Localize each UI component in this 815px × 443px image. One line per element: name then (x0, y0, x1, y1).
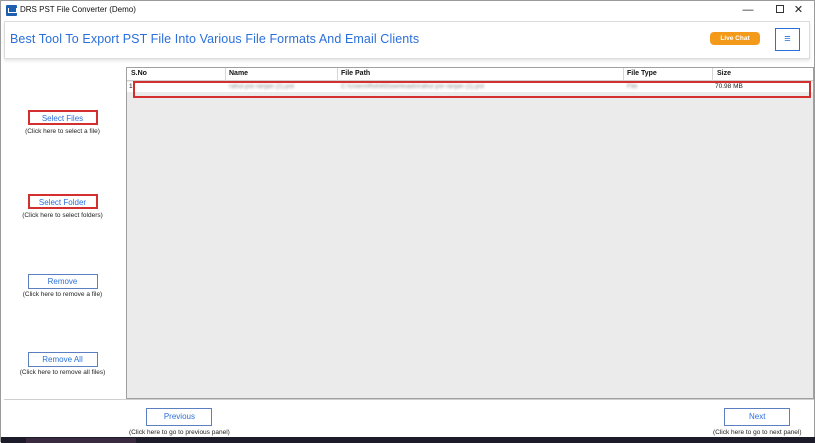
title-bar: DRS PST File Converter (Demo) — ✕ (1, 1, 814, 20)
select-folder-button[interactable]: Select Folder (27, 194, 98, 209)
next-button[interactable]: Next (724, 408, 791, 426)
footer-nav: Previous (Click here to go to previous p… (4, 399, 814, 437)
select-folder-hint: (Click here to select folders) (22, 212, 103, 219)
select-files-group: Select Files (Click here to select a fil… (4, 108, 121, 135)
taskbar-app-strip (26, 438, 136, 443)
previous-button[interactable]: Previous (146, 408, 213, 426)
remove-group: Remove (Click here to remove a file) (4, 271, 121, 298)
app-window: DRS PST File Converter (Demo) — ✕ Best T… (0, 0, 815, 443)
column-divider[interactable] (337, 68, 338, 81)
column-header-path[interactable]: File Path (341, 70, 370, 77)
window-title: DRS PST File Converter (Demo) (20, 5, 136, 14)
header-title: Best Tool To Export PST File Into Variou… (10, 32, 420, 46)
app-header: Best Tool To Export PST File Into Variou… (4, 21, 810, 59)
remove-hint: (Click here to remove a file) (22, 291, 103, 298)
next-hint: (Click here to go to next panel) (713, 429, 802, 436)
remove-button[interactable]: Remove (27, 274, 98, 289)
minimize-button[interactable]: — (732, 1, 764, 20)
table-header: S.No Name File Path File Type Size (127, 68, 813, 81)
column-header-sno[interactable]: S.No (131, 70, 147, 77)
column-divider[interactable] (712, 68, 713, 81)
file-list-table[interactable]: S.No Name File Path File Type Size 1 rah… (126, 67, 814, 399)
app-logo-icon (6, 5, 17, 16)
select-files-hint: (Click here to select a file) (25, 128, 100, 135)
close-button[interactable]: ✕ (783, 1, 814, 20)
column-divider[interactable] (225, 68, 226, 81)
remove-all-group: Remove All (Click here to remove all fil… (4, 349, 121, 376)
row-highlight-frame (133, 81, 811, 98)
select-folder-group: Select Folder (Click here to select fold… (4, 192, 121, 219)
column-divider[interactable] (623, 68, 624, 81)
previous-hint: (Click here to go to previous panel) (129, 429, 230, 436)
remove-all-button[interactable]: Remove All (27, 352, 98, 367)
column-header-size[interactable]: Size (717, 70, 731, 77)
left-action-panel: Select Files (Click here to select a fil… (4, 67, 121, 397)
previous-group: Previous (Click here to go to previous p… (129, 406, 230, 436)
column-header-type[interactable]: File Type (627, 70, 657, 77)
next-group: Next (Click here to go to next panel) (713, 406, 802, 436)
column-header-name[interactable]: Name (229, 70, 248, 77)
remove-all-hint: (Click here to remove all files) (19, 369, 106, 376)
hamburger-menu-icon[interactable]: ≡ (775, 28, 800, 51)
live-chat-button[interactable]: Live Chat (710, 32, 760, 45)
select-files-button[interactable]: Select Files (27, 110, 98, 125)
